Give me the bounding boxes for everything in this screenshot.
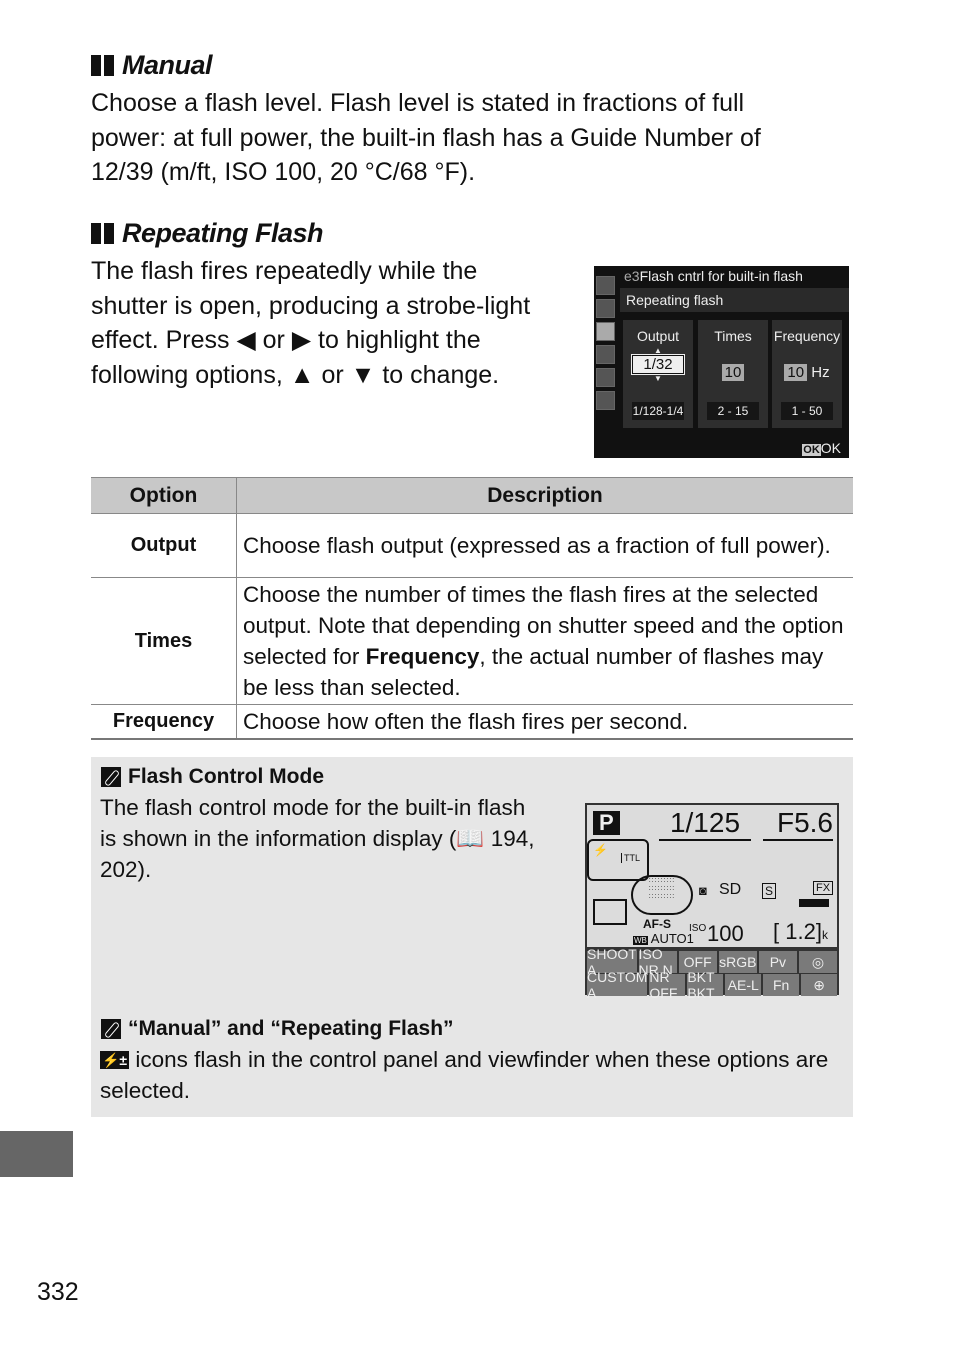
output-column[interactable]: Output ▲ 1/32 ▼ 1/128-1/4: [623, 320, 693, 428]
manual-paragraph: Choose a flash level. Flash level is sta…: [91, 89, 761, 186]
table-row: Frequency Choose how often the flash fir…: [91, 704, 853, 740]
times-value[interactable]: 10: [721, 364, 745, 381]
note-title-manual-repeating: “Manual” and “Repeating Flash”: [101, 1017, 454, 1041]
iso-value: 100: [707, 921, 744, 946]
menu-title: e3Flash cntrl for built-in flash: [624, 268, 803, 284]
playback-menu-icon: [596, 276, 615, 295]
note-title-flash-control-mode: Flash Control Mode: [101, 765, 324, 789]
output-value[interactable]: 1/32: [631, 354, 685, 375]
info-row-2: CUSTOM A NR OFF BKT BKT AE-L Fn ⊕: [587, 969, 838, 1001]
note-flash-control-text: The flash control mode for the built-in …: [100, 795, 535, 882]
af-points-grid: :::::::::::::::::::::::::::: [631, 875, 693, 915]
heading-manual: Manual: [91, 50, 213, 81]
repeating-paragraph: The flash fires repeatedly while the shu…: [91, 257, 531, 389]
section-marker-icon: [91, 55, 114, 76]
arrow-up-icon: ▲: [654, 346, 662, 355]
my-menu-icon: [596, 391, 615, 410]
ok-button[interactable]: OKOK: [802, 440, 841, 456]
multi-selector-up-icon: ▲: [289, 360, 315, 389]
shooting-menu-icon: [596, 299, 615, 318]
retouch-menu-icon: [596, 368, 615, 387]
pencil-note-icon: [101, 767, 121, 787]
chapter-tab: [0, 1131, 73, 1177]
column-header-option: Option: [91, 477, 237, 514]
flash-icon: ⚡: [593, 843, 608, 857]
ok-icon: OK: [802, 444, 821, 456]
arrow-down-icon: ▼: [654, 374, 662, 383]
custom-settings-icon: [596, 322, 615, 341]
remaining-exposures: [ 1.2]k: [773, 919, 828, 944]
info-lcd: P 1/125 F5.6 ⚡ TTL :::::::::::::::::::::…: [587, 805, 837, 947]
shooting-mode: P: [593, 811, 620, 835]
pencil-note-icon: [101, 1019, 121, 1039]
multi-selector-right-icon: ▶: [291, 326, 312, 354]
table-row: Output Choose flash output (expressed as…: [91, 513, 853, 578]
multi-selector-left-icon: ◀: [236, 326, 256, 354]
camera-menu-screenshot: e3Flash cntrl for built-in flash Repeati…: [594, 266, 849, 458]
menu-sidebar: [596, 276, 616, 414]
battery-icon: [799, 899, 829, 907]
times-column[interactable]: Times 10 2 - 15: [698, 320, 768, 428]
frequency-value[interactable]: 10: [784, 364, 808, 381]
information-display-screenshot: P 1/125 F5.6 ⚡ TTL :::::::::::::::::::::…: [585, 803, 839, 1001]
page-number: 332: [37, 1278, 79, 1306]
focus-mode: AF-S: [643, 917, 671, 931]
setup-menu-icon: [596, 345, 615, 364]
metering-icon: ◙: [699, 883, 707, 898]
note-manual-repeating-text: ⚡± icons flash in the control panel and …: [100, 1047, 829, 1103]
frequency-column[interactable]: Frequency 10 Hz 1 - 50: [772, 320, 842, 428]
image-size-icon: [593, 899, 627, 925]
column-header-description: Description: [236, 477, 853, 514]
table-row: Times Choose the number of times the fla…: [91, 577, 853, 705]
menu-subtitle: Repeating flash: [620, 288, 849, 312]
multi-selector-down-icon: ▼: [350, 360, 376, 389]
flash-compensation-icon: ⚡±: [100, 1051, 130, 1069]
flash-mode-callout: ⚡ TTL: [587, 839, 649, 881]
aperture: F5.6: [763, 807, 833, 841]
section-marker-icon: [91, 223, 114, 244]
options-table: Option Description Output Choose flash o…: [91, 477, 853, 740]
book-reference-icon: 📖: [456, 826, 485, 851]
table-header-row: Option Description: [91, 477, 853, 514]
image-area: FX: [813, 881, 834, 895]
release-mode-icon: S: [762, 883, 777, 899]
picture-control: SD: [719, 881, 742, 898]
heading-repeating-flash: Repeating Flash: [91, 218, 324, 249]
white-balance: WB AUTO1: [633, 931, 694, 946]
shutter-speed: 1/125: [659, 807, 751, 841]
